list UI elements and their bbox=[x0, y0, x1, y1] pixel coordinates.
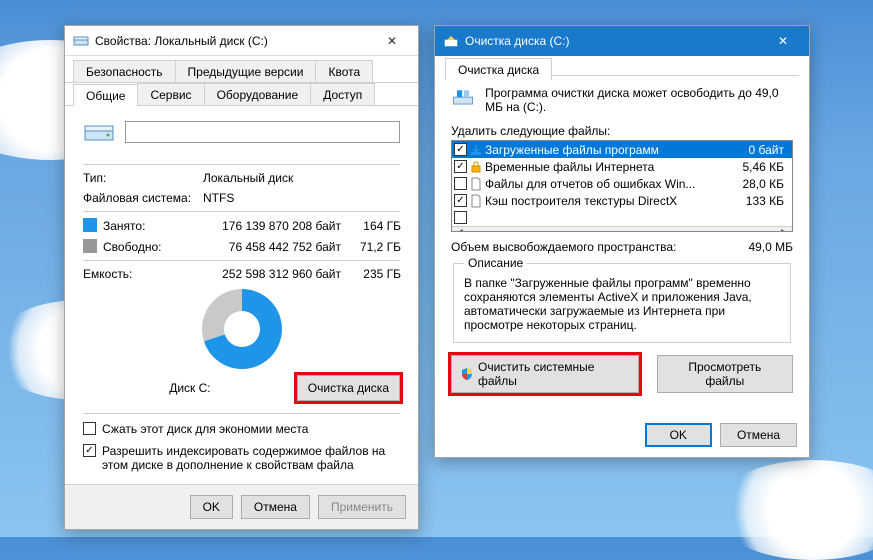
value-free-bytes: 76 458 442 752 байт bbox=[191, 240, 341, 254]
cleanup-title-icon bbox=[443, 33, 459, 49]
index-checkbox-row[interactable]: ✓ Разрешить индексировать содержимое фай… bbox=[83, 444, 400, 472]
index-label: Разрешить индексировать содержимое файло… bbox=[102, 444, 400, 472]
list-item[interactable]: Файлы для отчетов об ошибках Win...28,0 … bbox=[452, 175, 792, 192]
compress-checkbox-row[interactable]: Сжать этот диск для экономии места bbox=[83, 422, 400, 436]
delete-files-label: Удалить следующие файлы: bbox=[451, 124, 793, 138]
label-free: Свободно: bbox=[83, 239, 191, 254]
cleanup-body: Программа очистки диска может освободить… bbox=[435, 76, 809, 405]
label-capacity: Емкость: bbox=[83, 267, 191, 281]
list-checkbox[interactable] bbox=[454, 177, 467, 190]
list-checkbox[interactable]: ✓ bbox=[454, 194, 467, 207]
cleanup-tabs: Очистка диска bbox=[435, 56, 809, 76]
tab-access[interactable]: Доступ bbox=[310, 83, 375, 105]
tab-general[interactable]: Общие bbox=[73, 84, 138, 106]
cancel-button[interactable]: Отмена bbox=[720, 423, 797, 447]
value-type: Локальный диск bbox=[203, 171, 400, 185]
cleanup-window-title: Очистка диска (C:) bbox=[465, 34, 765, 48]
tab-security[interactable]: Безопасность bbox=[73, 60, 176, 82]
list-checkbox[interactable]: ✓ bbox=[454, 160, 467, 173]
label-type: Тип: bbox=[83, 171, 203, 185]
label-fs: Файловая система: bbox=[83, 191, 203, 205]
properties-window: Свойства: Локальный диск (C:) ✕ Безопасн… bbox=[64, 25, 419, 530]
list-item-size: 133 КБ bbox=[730, 194, 790, 208]
cleanup-button-row: OK Отмена bbox=[435, 405, 809, 457]
scroll-left-icon[interactable]: ◄ bbox=[452, 227, 468, 232]
usage-pie-chart bbox=[202, 289, 282, 369]
description-text: В папке "Загруженные файлы программ" вре… bbox=[464, 276, 780, 332]
used-color-icon bbox=[83, 218, 97, 232]
properties-titlebar[interactable]: Свойства: Локальный диск (C:) ✕ bbox=[65, 26, 418, 56]
view-files-button[interactable]: Просмотреть файлы bbox=[657, 355, 793, 393]
shield-icon bbox=[460, 367, 474, 381]
list-item[interactable]: ✓ Временные файлы Интернета5,46 КБ bbox=[452, 158, 792, 175]
cleanup-system-files-button[interactable]: Очистить системные файлы bbox=[451, 355, 639, 393]
download-icon bbox=[469, 143, 483, 157]
disk-cleanup-window: Очистка диска (C:) ✕ Очистка диска Прогр… bbox=[434, 25, 810, 458]
properties-button-row: OK Отмена Применить bbox=[65, 484, 418, 529]
tab-quota[interactable]: Квота bbox=[315, 60, 373, 82]
tab-service[interactable]: Сервис bbox=[137, 83, 204, 105]
label-used: Занято: bbox=[83, 218, 191, 233]
value-fs: NTFS bbox=[203, 191, 400, 205]
close-icon[interactable]: ✕ bbox=[374, 28, 410, 54]
window-title: Свойства: Локальный диск (C:) bbox=[95, 34, 374, 48]
freed-space-label: Объем высвобождаемого пространства: bbox=[451, 240, 676, 254]
list-checkbox[interactable] bbox=[454, 211, 467, 224]
value-cap-gb: 235 ГБ bbox=[341, 267, 401, 281]
apply-button[interactable]: Применить bbox=[318, 495, 406, 519]
lock-icon bbox=[469, 160, 483, 174]
compress-label: Сжать этот диск для экономии места bbox=[102, 422, 308, 436]
file-icon bbox=[469, 177, 483, 191]
properties-body: Тип: Локальный диск Файловая система: NT… bbox=[65, 106, 418, 484]
list-item[interactable]: ✓ Кэш построителя текстуры DirectX133 КБ bbox=[452, 192, 792, 209]
tab-disk-cleanup[interactable]: Очистка диска bbox=[445, 58, 552, 80]
list-checkbox[interactable]: ✓ bbox=[454, 143, 467, 156]
tab-previous-versions[interactable]: Предыдущие версии bbox=[175, 60, 317, 82]
value-cap-bytes: 252 598 312 960 байт bbox=[191, 267, 341, 281]
cleanup-intro-icon bbox=[451, 86, 475, 112]
close-icon[interactable]: ✕ bbox=[765, 28, 801, 54]
scroll-right-icon[interactable]: ► bbox=[776, 227, 792, 232]
index-checkbox[interactable]: ✓ bbox=[83, 444, 96, 457]
disk-cleanup-button[interactable]: Очистка диска bbox=[297, 375, 400, 401]
ok-button[interactable]: OK bbox=[645, 423, 712, 447]
list-item-name: Кэш построителя текстуры DirectX bbox=[485, 194, 728, 208]
ok-button[interactable]: OK bbox=[190, 495, 233, 519]
tab-row-bottom: Общие Сервис Оборудование Доступ bbox=[65, 83, 418, 106]
cleanup-system-files-label: Очистить системные файлы bbox=[478, 360, 630, 388]
drive-icon bbox=[73, 33, 89, 49]
hscrollbar[interactable]: ◄ ► bbox=[452, 226, 792, 232]
label-diskc: Диск C: bbox=[83, 381, 297, 395]
description-group: Описание В папке "Загруженные файлы прог… bbox=[453, 256, 791, 343]
compress-checkbox[interactable] bbox=[83, 422, 96, 435]
drive-large-icon bbox=[83, 118, 115, 146]
list-item[interactable]: ✓ Загруженные файлы программ0 байт bbox=[452, 141, 792, 158]
description-legend: Описание bbox=[464, 256, 527, 270]
list-item-name: Временные файлы Интернета bbox=[485, 160, 728, 174]
free-color-icon bbox=[83, 239, 97, 253]
volume-name-input[interactable] bbox=[125, 121, 400, 143]
file-list[interactable]: ✓ Загруженные файлы программ0 байт ✓ Времен… bbox=[451, 140, 793, 232]
list-item-size: 28,0 КБ bbox=[730, 177, 790, 191]
cloud-bg bbox=[713, 460, 873, 560]
freed-space-value: 49,0 МБ bbox=[748, 240, 793, 254]
file-icon bbox=[469, 194, 483, 208]
value-used-gb: 164 ГБ bbox=[341, 219, 401, 233]
list-item-name: Файлы для отчетов об ошибках Win... bbox=[485, 177, 728, 191]
cleanup-titlebar[interactable]: Очистка диска (C:) ✕ bbox=[435, 26, 809, 56]
tab-row-top: Безопасность Предыдущие версии Квота bbox=[65, 56, 418, 83]
value-used-bytes: 176 139 870 208 байт bbox=[191, 219, 341, 233]
cleanup-intro-text: Программа очистки диска может освободить… bbox=[485, 86, 793, 114]
value-free-gb: 71,2 ГБ bbox=[341, 240, 401, 254]
list-item-size: 0 байт bbox=[730, 143, 790, 157]
cancel-button[interactable]: Отмена bbox=[241, 495, 310, 519]
list-item-name: Загруженные файлы программ bbox=[485, 143, 728, 157]
tab-hardware[interactable]: Оборудование bbox=[204, 83, 312, 105]
list-item-size: 5,46 КБ bbox=[730, 160, 790, 174]
